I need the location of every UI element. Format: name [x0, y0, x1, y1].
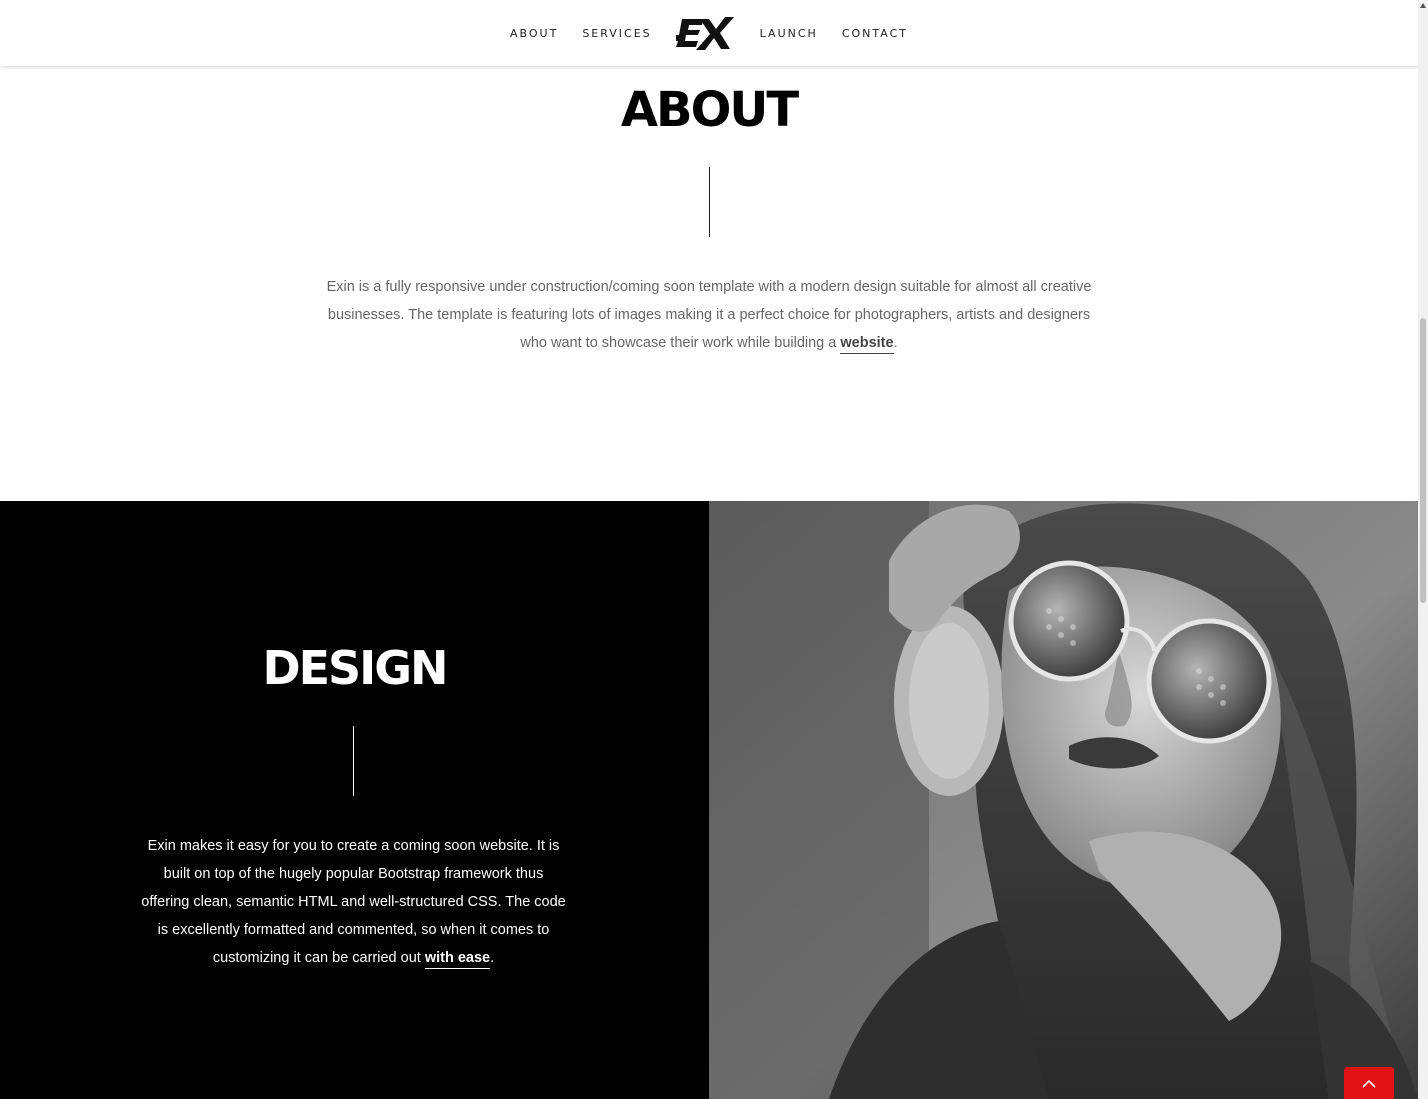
portrait-photo [709, 501, 1418, 1099]
chevron-up-icon [1362, 1079, 1376, 1088]
design-title: DESIGN [262, 641, 448, 695]
about-title: ABOUT [620, 82, 799, 138]
top-navbar: ABOUT SERVICES LAUNCH CONTACT [0, 0, 1418, 66]
website-link[interactable]: website [840, 335, 894, 354]
nav-services-link[interactable]: SERVICES [570, 27, 663, 40]
scrollbar-thumb[interactable] [1420, 318, 1426, 603]
design-divider [353, 726, 354, 796]
about-section: ABOUT Exin is a fully responsive under c… [0, 66, 1418, 501]
nav-contact-link[interactable]: CONTACT [830, 27, 920, 40]
ex-logo-icon[interactable] [675, 13, 736, 53]
design-text-body: Exin makes it easy for you to create a c… [141, 838, 566, 966]
scroll-up-arrow-icon[interactable] [1419, 2, 1427, 10]
about-text-body: Exin is a fully responsive under constru… [326, 279, 1092, 351]
design-text-end: . [490, 950, 495, 966]
about-divider [709, 167, 710, 237]
design-section: DESIGN Exin makes it easy for you to cre… [0, 501, 709, 1099]
scroll-to-top-button[interactable] [1344, 1067, 1394, 1099]
page-scrollbar[interactable] [1418, 0, 1428, 1099]
with-ease-link[interactable]: with ease [424, 950, 491, 969]
nav-about-link[interactable]: ABOUT [498, 27, 570, 40]
nav-launch-link[interactable]: LAUNCH [748, 27, 830, 40]
about-description: Exin is a fully responsive under constru… [322, 273, 1096, 357]
design-description: Exin makes it easy for you to create a c… [140, 832, 567, 972]
about-text-end: . [893, 335, 898, 351]
portrait-illustration [709, 501, 1418, 1099]
